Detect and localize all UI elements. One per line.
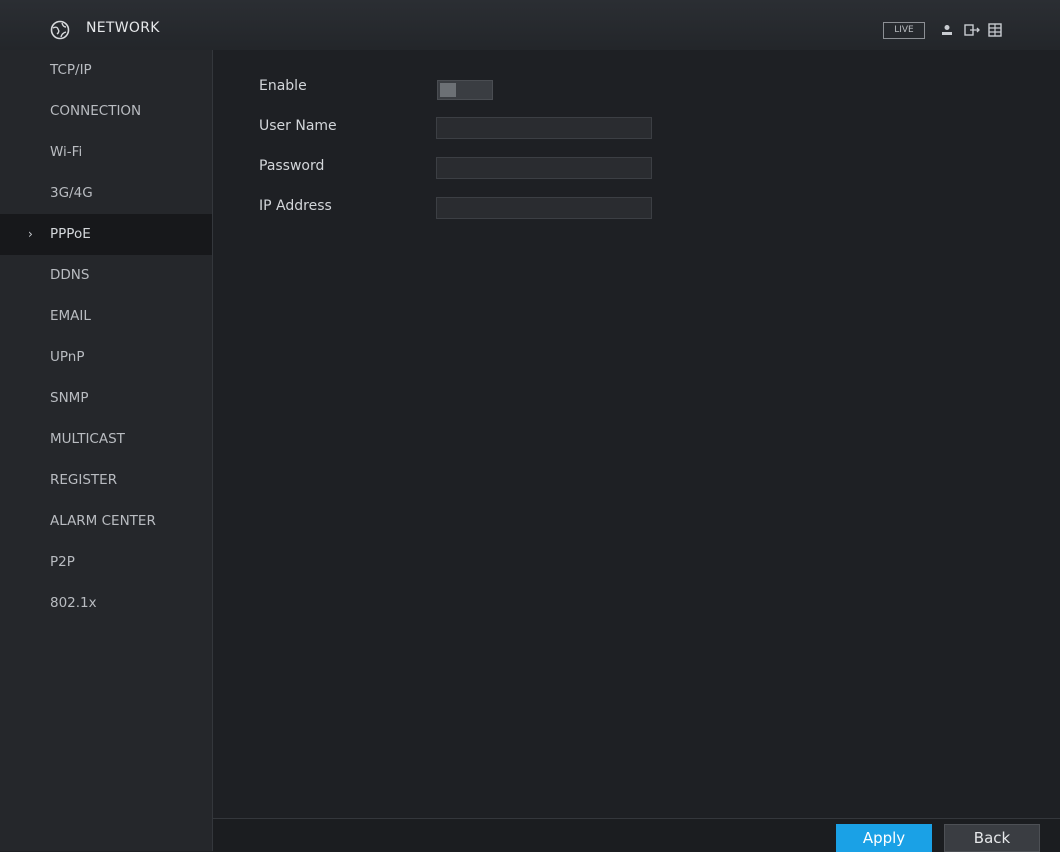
sidebar-item-label: TCP/IP (50, 62, 92, 78)
sidebar-item-label: UPnP (50, 349, 85, 365)
back-button[interactable]: Back (944, 824, 1040, 852)
page-title: NETWORK (86, 20, 160, 36)
password-field[interactable] (436, 157, 652, 179)
sidebar-item-upnp[interactable]: UPnP (0, 337, 212, 378)
logout-icon[interactable] (964, 22, 980, 36)
sidebar: TCP/IP CONNECTION Wi-Fi 3G/4G › PPPoE DDN… (0, 50, 213, 851)
sidebar-item-label: P2P (50, 554, 75, 570)
sidebar-item-3g-4g[interactable]: 3G/4G (0, 173, 212, 214)
sidebar-item-label: PPPoE (50, 226, 91, 242)
enable-label: Enable (259, 78, 307, 94)
sidebar-item-label: 802.1x (50, 595, 97, 611)
network-globe-icon (50, 20, 70, 40)
sidebar-item-ddns[interactable]: DDNS (0, 255, 212, 296)
ip-address-label: IP Address (259, 198, 332, 214)
sidebar-item-label: REGISTER (50, 472, 118, 488)
user-icon[interactable] (940, 22, 954, 36)
sidebar-nav: TCP/IP CONNECTION Wi-Fi 3G/4G › PPPoE DDN… (0, 50, 212, 624)
sidebar-item-alarm-center[interactable]: ALARM CENTER (0, 501, 212, 542)
sidebar-item-multicast[interactable]: MULTICAST (0, 419, 212, 460)
top-icons (940, 22, 1002, 37)
apply-button[interactable]: Apply (836, 824, 932, 852)
sidebar-item-label: DDNS (50, 267, 90, 283)
sidebar-item-wifi[interactable]: Wi-Fi (0, 132, 212, 173)
sidebar-item-8021x[interactable]: 802.1x (0, 583, 212, 624)
ip-address-field[interactable] (436, 197, 652, 219)
live-button[interactable]: LIVE (883, 22, 925, 39)
sidebar-item-label: EMAIL (50, 308, 91, 324)
sidebar-item-register[interactable]: REGISTER (0, 460, 212, 501)
toggle-knob (440, 83, 456, 97)
username-field[interactable] (436, 117, 652, 139)
password-label: Password (259, 158, 325, 174)
sidebar-item-label: 3G/4G (50, 185, 93, 201)
sidebar-item-label: CONNECTION (50, 103, 142, 119)
sidebar-item-snmp[interactable]: SNMP (0, 378, 212, 419)
sidebar-item-label: Wi-Fi (50, 144, 83, 160)
username-label: User Name (259, 118, 337, 134)
chevron-right-icon: › (28, 227, 33, 241)
sidebar-item-label: ALARM CENTER (50, 513, 156, 529)
sidebar-item-label: SNMP (50, 390, 89, 406)
sidebar-item-p2p[interactable]: P2P (0, 542, 212, 583)
pppoe-settings-panel: Enable User Name Password IP Address (213, 50, 1060, 818)
app-window: NETWORK LIVE TCP/IP CONNECTION Wi-Fi 3G/… (0, 0, 1060, 852)
bottom-bar: Apply Back (213, 818, 1060, 852)
sidebar-item-email[interactable]: EMAIL (0, 296, 212, 337)
top-bar: NETWORK LIVE (0, 0, 1060, 50)
enable-toggle[interactable] (437, 80, 493, 100)
sidebar-item-pppoe[interactable]: › PPPoE (0, 214, 212, 255)
grid-icon[interactable] (988, 22, 1002, 37)
sidebar-item-connection[interactable]: CONNECTION (0, 91, 212, 132)
sidebar-item-label: MULTICAST (50, 431, 125, 447)
sidebar-item-tcp-ip[interactable]: TCP/IP (0, 50, 212, 91)
